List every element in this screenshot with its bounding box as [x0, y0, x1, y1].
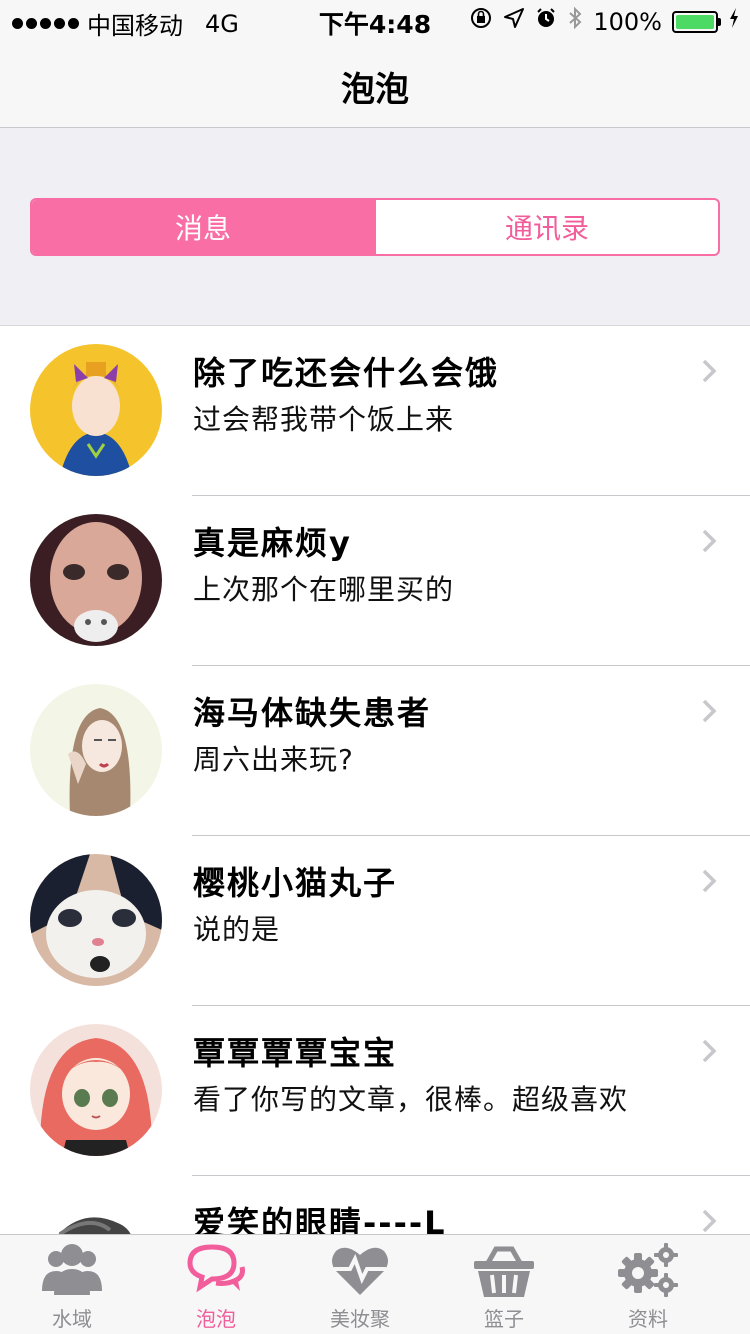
tab-bar: 水域 泡泡 美妆聚 篮子 资料 — [0, 1234, 750, 1334]
conversation-name: 除了吃还会什么会饿 — [193, 354, 500, 392]
list-item[interactable]: 樱桃小猫丸子 说的是 — [0, 836, 750, 1006]
conversation-preview: 过会帮我带个饭上来 — [193, 403, 455, 436]
navigation-bar: 泡泡 — [0, 40, 750, 128]
tab-label: 泡泡 — [196, 1307, 236, 1331]
tab-ziliao[interactable]: 资料 — [576, 1235, 720, 1334]
list-item[interactable]: 覃覃覃覃宝宝 看了你写的文章，很棒。超级喜欢 — [0, 1006, 750, 1176]
charging-icon — [728, 7, 740, 36]
segment-messages[interactable]: 消息 — [32, 200, 374, 254]
avatar[interactable] — [30, 344, 162, 476]
segmented-control: 消息 通讯录 — [30, 198, 720, 256]
heart-pulse-icon — [332, 1247, 388, 1295]
chat-bubbles-icon — [187, 1244, 245, 1293]
conversation-name: 樱桃小猫丸子 — [193, 864, 398, 902]
list-item[interactable]: 真是麻烦y 上次那个在哪里买的 — [0, 496, 750, 666]
status-bar: 中国移动 4G 下午4:48 100% — [0, 0, 750, 40]
page-title: 泡泡 — [341, 70, 409, 110]
chevron-right-icon — [702, 359, 717, 383]
group-icon — [42, 1244, 102, 1295]
tab-label: 篮子 — [484, 1307, 524, 1331]
conversation-name: 覃覃覃覃宝宝 — [193, 1034, 398, 1072]
conversation-name: 海马体缺失患者 — [193, 694, 432, 732]
gears-icon — [618, 1243, 678, 1297]
chevron-right-icon — [702, 699, 717, 723]
tab-lanzi[interactable]: 篮子 — [432, 1235, 576, 1334]
segment-area: 消息 通讯录 — [0, 128, 750, 326]
conversation-name: 真是麻烦y — [193, 524, 352, 562]
tab-shuiyu[interactable]: 水域 — [0, 1235, 144, 1334]
rotation-lock-icon — [469, 6, 493, 37]
conversation-preview: 说的是 — [193, 913, 281, 946]
conversation-preview: 上次那个在哪里买的 — [193, 573, 455, 606]
avatar[interactable] — [30, 1194, 162, 1234]
avatar[interactable] — [30, 1024, 162, 1156]
alarm-icon — [535, 7, 557, 36]
tab-label: 美妆聚 — [330, 1307, 390, 1331]
chevron-right-icon — [702, 1039, 717, 1063]
chevron-right-icon — [702, 529, 717, 553]
battery-percent: 100% — [593, 7, 662, 36]
tab-label: 水域 — [52, 1307, 92, 1331]
list-item[interactable]: 爱笑的眼睛----L — [0, 1176, 750, 1234]
conversation-name: 爱笑的眼睛----L — [193, 1204, 447, 1234]
avatar[interactable] — [30, 854, 162, 986]
status-right: 100% — [469, 6, 740, 37]
list-item[interactable]: 海马体缺失患者 周六出来玩? — [0, 666, 750, 836]
conversation-preview: 看了你写的文章，很棒。超级喜欢 — [193, 1083, 629, 1116]
list-item[interactable]: 除了吃还会什么会饿 过会帮我带个饭上来 — [0, 326, 750, 496]
avatar[interactable] — [30, 684, 162, 816]
chevron-right-icon — [702, 869, 717, 893]
conversation-list: 除了吃还会什么会饿 过会帮我带个饭上来 真是麻烦y 上次那个在哪里买的 海马体缺… — [0, 326, 750, 1234]
chevron-right-icon — [702, 1209, 717, 1233]
bluetooth-icon — [567, 6, 583, 37]
tab-paopao[interactable]: 泡泡 — [144, 1235, 288, 1334]
avatar[interactable] — [30, 514, 162, 646]
location-icon — [503, 7, 525, 36]
tab-label: 资料 — [628, 1307, 668, 1331]
conversation-preview: 周六出来玩? — [193, 743, 354, 776]
battery-icon — [672, 10, 721, 33]
basket-icon — [474, 1246, 534, 1297]
segment-contacts[interactable]: 通讯录 — [374, 200, 718, 254]
tab-meizhuangju[interactable]: 美妆聚 — [288, 1235, 432, 1334]
